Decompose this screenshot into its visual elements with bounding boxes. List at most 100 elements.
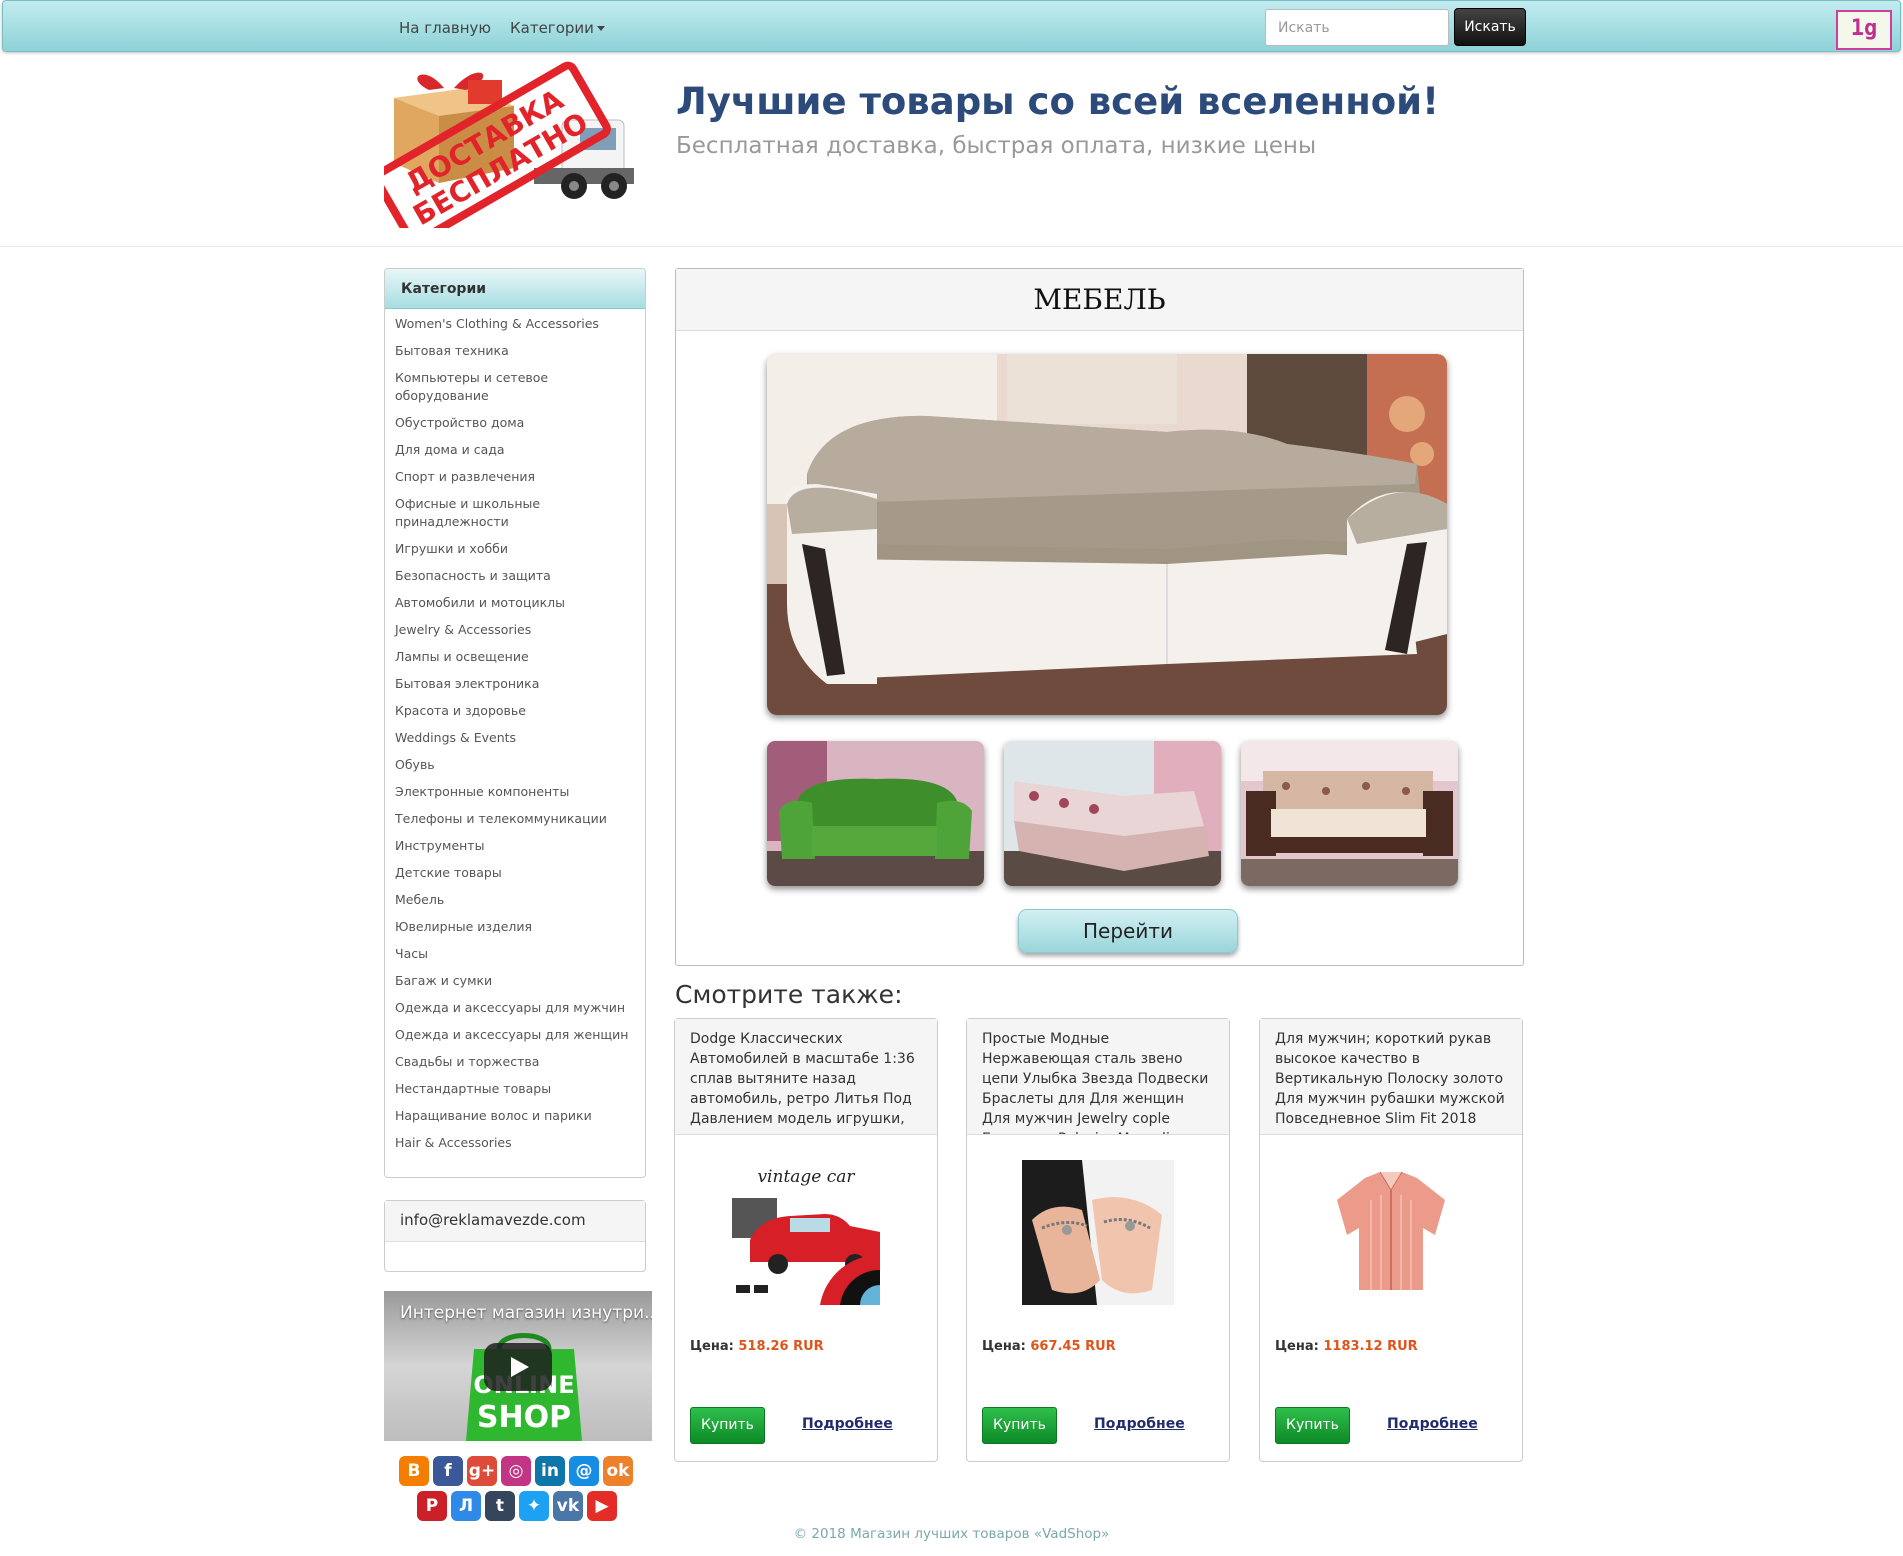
category-link[interactable]: Hair & Accessories xyxy=(395,1130,635,1157)
product-card: Простые Модные Нержавеющая сталь звено ц… xyxy=(966,1018,1230,1462)
odnoklassniki-icon[interactable]: ok xyxy=(603,1456,633,1486)
category-link[interactable]: Одежда и аксессуары для мужчин xyxy=(395,995,635,1022)
category-link[interactable]: Одежда и аксессуары для женщин xyxy=(395,1022,635,1049)
categories-panel: Категории Women's Clothing & Accessories… xyxy=(384,268,646,1178)
category-link[interactable]: Бытовая техника xyxy=(395,338,635,365)
twitter-icon[interactable]: ✦ xyxy=(519,1491,549,1521)
price-label: Цена: xyxy=(1275,1339,1319,1354)
see-also-heading: Смотрите также: xyxy=(675,980,903,1009)
vintage-car-label: vintage car xyxy=(757,1167,855,1187)
buy-button[interactable]: Купить xyxy=(1275,1407,1350,1444)
category-link[interactable]: Weddings & Events xyxy=(395,725,635,752)
buy-button[interactable]: Купить xyxy=(982,1407,1057,1444)
product-card: Для мужчин; короткий рукав высокое качес… xyxy=(1259,1018,1523,1462)
free-delivery-logo: ДОСТАВКА БЕСПЛАТНО xyxy=(384,61,634,228)
video-title: Интернет магазин изнутри... xyxy=(400,1303,652,1323)
category-link[interactable]: Телефоны и телекоммуникации xyxy=(395,806,635,833)
details-link[interactable]: Подробнее xyxy=(1094,1416,1185,1432)
nav-categories-dropdown[interactable]: Категории xyxy=(510,19,605,37)
category-link[interactable]: Мебель xyxy=(395,887,635,914)
site-subtitle: Бесплатная доставка, быстрая оплата, низ… xyxy=(676,133,1317,159)
search-button[interactable]: Искать xyxy=(1454,8,1526,46)
category-link[interactable]: Бытовая электроника xyxy=(395,671,635,698)
search-input[interactable] xyxy=(1265,9,1449,46)
nav-categories-label: Категории xyxy=(510,19,594,37)
category-link[interactable]: Детские товары xyxy=(395,860,635,887)
thumb-green-sofa[interactable] xyxy=(767,741,984,886)
facebook-icon[interactable]: f xyxy=(433,1456,463,1486)
product-title[interactable]: Dodge Классических Автомобилей в масштаб… xyxy=(675,1019,937,1135)
details-link[interactable]: Подробнее xyxy=(1387,1416,1478,1432)
top-navbar: На главную Категории Искать xyxy=(2,0,1901,52)
product-image-vintage-car[interactable]: vintage car xyxy=(730,1160,882,1305)
buy-button[interactable]: Купить xyxy=(690,1407,765,1444)
category-link[interactable]: Красота и здоровье xyxy=(395,698,635,725)
category-link[interactable]: Инструменты xyxy=(395,833,635,860)
corner-badge: 1g xyxy=(1836,10,1892,50)
header-divider xyxy=(0,246,1903,247)
product-price: Цена: 518.26 RUR xyxy=(690,1339,824,1354)
category-showcase-panel: МЕБЕЛЬ Перейти xyxy=(675,268,1524,966)
email-panel: info@reklamavezde.com xyxy=(384,1200,646,1272)
go-to-category-button[interactable]: Перейти xyxy=(1018,909,1238,953)
video-embed[interactable]: ONLINE SHOP Интернет магазин изнутри... xyxy=(384,1291,652,1441)
category-link[interactable]: Свадьбы и торжества xyxy=(395,1049,635,1076)
hero-sofa-image[interactable] xyxy=(767,354,1447,715)
category-link[interactable]: Jewelry & Accessories xyxy=(395,617,635,644)
product-price: Цена: 667.45 RUR xyxy=(982,1339,1116,1354)
category-link[interactable]: Нестандартные товары xyxy=(395,1076,635,1103)
product-image-shirt[interactable] xyxy=(1315,1160,1467,1305)
category-link[interactable]: Спорт и развлечения xyxy=(395,464,635,491)
details-link[interactable]: Подробнее xyxy=(802,1416,893,1432)
product-title[interactable]: Для мужчин; короткий рукав высокое качес… xyxy=(1260,1019,1522,1135)
category-link[interactable]: Багаж и сумки xyxy=(395,968,635,995)
footer-copyright: © 2018 Магазин лучших товаров «VadShop» xyxy=(793,1526,1110,1542)
contact-email[interactable]: info@reklamavezde.com xyxy=(385,1201,645,1242)
category-link[interactable]: Обустройство дома xyxy=(395,410,635,437)
moi-mir-icon[interactable]: @ xyxy=(569,1456,599,1486)
livejournal-icon[interactable]: Л xyxy=(451,1491,481,1521)
google-plus-icon[interactable]: g+ xyxy=(467,1456,497,1486)
category-title: МЕБЕЛЬ xyxy=(676,269,1523,331)
product-card: Dodge Классических Автомобилей в масштаб… xyxy=(674,1018,938,1462)
tumblr-icon[interactable]: t xyxy=(485,1491,515,1521)
product-price: Цена: 1183.12 RUR xyxy=(1275,1339,1418,1354)
pinterest-icon[interactable]: P xyxy=(417,1491,447,1521)
category-link[interactable]: Безопасность и защита xyxy=(395,563,635,590)
play-icon[interactable] xyxy=(484,1343,552,1391)
category-link[interactable]: Часы xyxy=(395,941,635,968)
vk-icon[interactable]: vk xyxy=(553,1491,583,1521)
price-value: 1183.12 RUR xyxy=(1323,1339,1418,1354)
category-link[interactable]: Компьютеры и сетевое оборудование xyxy=(395,365,635,410)
thumb-floral-corner-sofa[interactable] xyxy=(1004,741,1221,886)
price-label: Цена: xyxy=(690,1339,734,1354)
category-link[interactable]: Women's Clothing & Accessories xyxy=(395,311,635,338)
product-title[interactable]: Простые Модные Нержавеющая сталь звено ц… xyxy=(967,1019,1229,1135)
social-icons-row-1: Bf g+ ◎ in @ ok xyxy=(399,1456,633,1486)
category-link[interactable]: Электронные компоненты xyxy=(395,779,635,806)
instagram-icon[interactable]: ◎ xyxy=(501,1456,531,1486)
blogger-icon[interactable]: B xyxy=(399,1456,429,1486)
category-link[interactable]: Офисные и школьные принадлежности xyxy=(395,491,635,536)
caret-down-icon xyxy=(596,26,605,31)
site-title: Лучшие товары со всей вселенной! xyxy=(676,80,1439,123)
categories-list: Women's Clothing & Accessories Бытовая те… xyxy=(385,309,645,1157)
nav-home-link[interactable]: На главную xyxy=(399,19,491,37)
social-icons-row-2: P Лt ✦ vk ▶ xyxy=(417,1491,617,1521)
category-link[interactable]: Для дома и сада xyxy=(395,437,635,464)
categories-panel-title: Категории xyxy=(385,269,645,309)
price-value: 518.26 RUR xyxy=(738,1339,824,1354)
price-label: Цена: xyxy=(982,1339,1026,1354)
linkedin-icon[interactable]: in xyxy=(535,1456,565,1486)
bag-text-shop: SHOP xyxy=(477,1400,571,1435)
product-image-bracelets[interactable] xyxy=(1022,1160,1174,1305)
category-link[interactable]: Обувь xyxy=(395,752,635,779)
category-link[interactable]: Лампы и освещение xyxy=(395,644,635,671)
category-link[interactable]: Ювелирные изделия xyxy=(395,914,635,941)
thumb-brown-sofa[interactable] xyxy=(1241,741,1458,886)
price-value: 667.45 RUR xyxy=(1030,1339,1116,1354)
category-link[interactable]: Автомобили и мотоциклы xyxy=(395,590,635,617)
youtube-icon[interactable]: ▶ xyxy=(587,1491,617,1521)
category-link[interactable]: Игрушки и хобби xyxy=(395,536,635,563)
category-link[interactable]: Наращивание волос и парики xyxy=(395,1103,635,1130)
